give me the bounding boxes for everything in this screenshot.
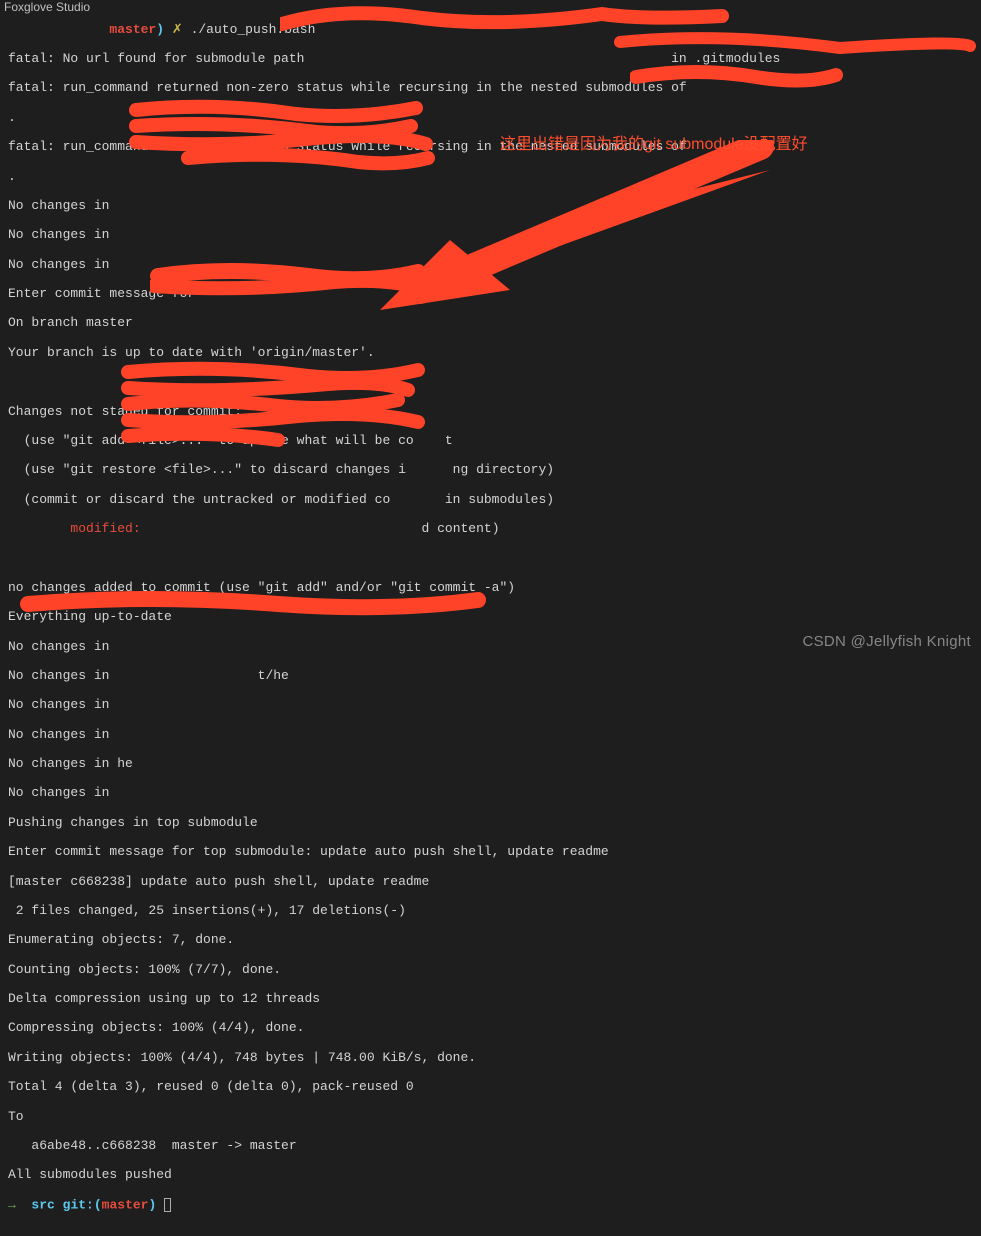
output-line [8, 375, 973, 390]
cursor-icon [164, 1198, 171, 1212]
output-line: Compressing objects: 100% (4/4), done. [8, 1021, 973, 1036]
output-line: Total 4 (delta 3), reused 0 (delta 0), p… [8, 1080, 973, 1095]
output-line: 2 files changed, 25 insertions(+), 17 de… [8, 904, 973, 919]
output-line: fatal: run_command returned non-zero sta… [8, 81, 973, 96]
output-line: Your branch is up to date with 'origin/m… [8, 346, 973, 361]
output-line: Writing objects: 100% (4/4), 748 bytes |… [8, 1051, 973, 1066]
prompt-path: src [31, 1197, 54, 1212]
output-line: No changes in [8, 258, 973, 273]
output-line: On branch master [8, 316, 973, 331]
prompt-branch-partial: master) [8, 22, 164, 37]
output-line: Everything up-to-date [8, 610, 973, 625]
output-line: fatal: run_command returned non-zero sta… [8, 140, 973, 155]
output-line: All submodules pushed [8, 1168, 973, 1183]
watermark: CSDN @Jellyfish Knight [802, 634, 971, 651]
output-line: [master c668238] update auto push shell,… [8, 875, 973, 890]
output-line: fatal: No url found for submodule path i… [8, 52, 973, 67]
prompt-line-ready[interactable]: → src git:(master) [8, 1198, 973, 1213]
output-line: a6abe48..c668238 master -> master [8, 1139, 973, 1154]
output-line: No changes in t/he [8, 669, 973, 684]
output-line: (commit or discard the untracked or modi… [8, 493, 973, 508]
output-line: no changes added to commit (use "git add… [8, 581, 973, 596]
output-line: No changes in [8, 228, 973, 243]
output-line: . [8, 111, 973, 126]
output-line: (use "git restore <file>..." to discard … [8, 463, 973, 478]
prompt-dirty-icon: ✗ [172, 22, 183, 37]
output-line: Changes not staged for commit: [8, 405, 973, 420]
prompt-git-label: git: [63, 1197, 94, 1212]
output-line: Enter commit message for top submodule: … [8, 845, 973, 860]
output-line: Counting objects: 100% (7/7), done. [8, 963, 973, 978]
output-line: . [8, 170, 973, 185]
output-line: No changes in [8, 698, 973, 713]
terminal-output[interactable]: master) ✗ ./auto_push.bash fatal: No url… [0, 0, 981, 1236]
annotation-text: 这里出错是因为我的git submodule没配置好 [500, 136, 808, 154]
output-line [8, 551, 973, 566]
output-line: No changes in he [8, 757, 973, 772]
output-line: Enter commit message for [8, 287, 973, 302]
app-label: Foxglove Studio [4, 1, 90, 15]
output-line: No changes in [8, 728, 973, 743]
output-line: To [8, 1110, 973, 1125]
modified-label: modified: [8, 521, 164, 536]
output-line: modified: d content) [8, 522, 973, 537]
prompt-branch: master [102, 1197, 149, 1212]
output-line: Enumerating objects: 7, done. [8, 933, 973, 948]
prompt-arrow-icon: → [8, 1197, 24, 1212]
prompt-line: master) ✗ ./auto_push.bash [8, 23, 973, 38]
output-line: Pushing changes in top submodule [8, 816, 973, 831]
output-line: No changes in [8, 786, 973, 801]
command-text: ./auto_push.bash [191, 22, 316, 37]
output-line: Delta compression using up to 12 threads [8, 992, 973, 1007]
output-line: No changes in [8, 199, 973, 214]
output-line: (use "git add <file>..." to update what … [8, 434, 973, 449]
